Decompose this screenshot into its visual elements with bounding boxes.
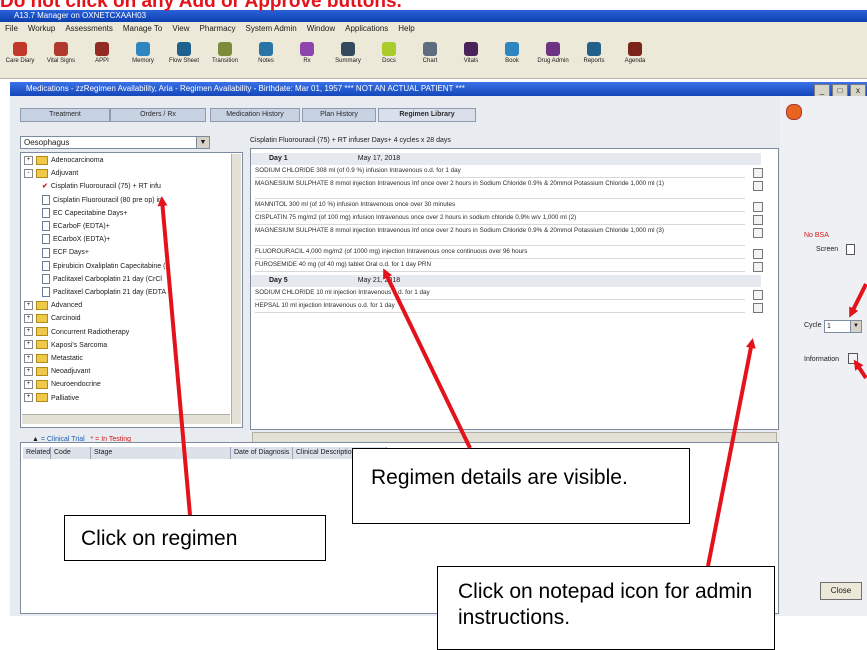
arrow-to-regimen [157, 196, 192, 516]
arrow-to-information-icon [853, 359, 867, 380]
arrow-to-details [383, 268, 472, 449]
arrow-to-cycle-select [849, 283, 867, 318]
annotation-arrows [157, 196, 867, 567]
arrow-to-notepad [706, 338, 756, 567]
